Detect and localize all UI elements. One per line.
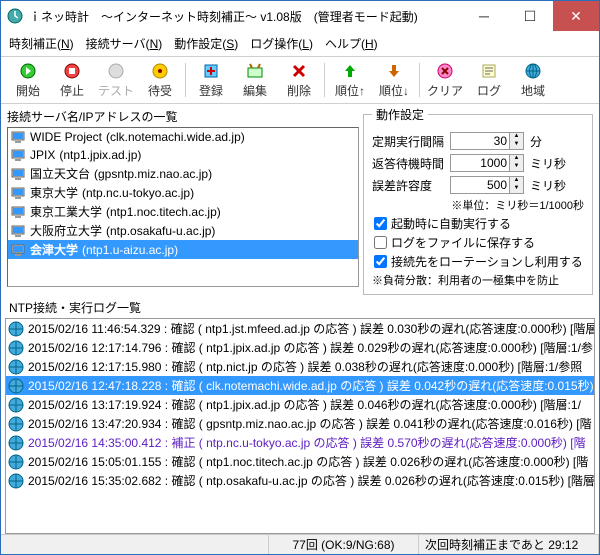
close-button[interactable]: ✕ xyxy=(553,1,599,31)
status-next: 次回時刻補正まであと 29:12 xyxy=(419,535,599,554)
app-window: ｉネッ時計 ～インターネット時刻補正～ v1.08版 (管理者モード起動) ─ … xyxy=(0,0,600,555)
server-list-label: 接続サーバ名/IPアドレスの一覧 xyxy=(7,106,359,127)
status-left xyxy=(1,535,269,554)
tb-delete[interactable]: 削除 xyxy=(278,61,320,99)
log-list-label: NTP接続・実行ログ一覧 xyxy=(1,297,599,318)
chk-rotation[interactable]: 接続先をローテーションし利用する xyxy=(374,253,584,270)
tb-region[interactable]: 地域 xyxy=(512,61,554,99)
menu-settings[interactable]: 動作設定(S) xyxy=(174,35,238,52)
options-panel: 動作設定 定期実行間隔▲▼分 返答待機時間▲▼ミリ秒 誤差許容度▲▼ミリ秒 ※単… xyxy=(363,106,593,295)
server-list[interactable]: WIDE Project (clk.notemachi.wide.ad.jp)J… xyxy=(7,127,359,287)
menu-time-correct[interactable]: 時刻補正(N) xyxy=(9,35,74,52)
spinner[interactable]: ▲▼ xyxy=(510,132,524,150)
server-row[interactable]: 東京工業大学 (ntp1.noc.titech.ac.jp) xyxy=(8,202,358,221)
spinner[interactable]: ▲▼ xyxy=(510,154,524,172)
tb-listen[interactable]: 待受 xyxy=(139,61,181,99)
options-legend: 動作設定 xyxy=(372,106,428,123)
tb-up[interactable]: 順位↑ xyxy=(329,61,371,99)
tb-test[interactable]: テスト xyxy=(95,61,137,99)
server-row[interactable]: 東京大学 (ntp.nc.u-tokyo.ac.jp) xyxy=(8,183,358,202)
server-row[interactable]: 会津大学 (ntp1.u-aizu.ac.jp) xyxy=(8,240,358,259)
log-row[interactable]: 2015/02/16 14:35:00.412 : 補正 ( ntp.nc.u-… xyxy=(6,433,594,452)
tb-clear[interactable]: クリア xyxy=(424,61,466,99)
log-row[interactable]: 2015/02/16 13:47:20.934 : 確認 ( gpsntp.mi… xyxy=(6,414,594,433)
server-row[interactable]: WIDE Project (clk.notemachi.wide.ad.jp) xyxy=(8,128,358,146)
statusbar: 77回 (OK:9/NG:68) 次回時刻補正まであと 29:12 xyxy=(1,534,599,554)
server-panel: 接続サーバ名/IPアドレスの一覧 WIDE Project (clk.notem… xyxy=(7,106,359,295)
log-row[interactable]: 2015/02/16 12:47:18.228 : 確認 ( clk.notem… xyxy=(6,376,594,395)
tb-start[interactable]: 開始 xyxy=(7,61,49,99)
log-row[interactable]: 2015/02/16 11:46:54.329 : 確認 ( ntp1.jst.… xyxy=(6,319,594,338)
window-title: ｉネッ時計 ～インターネット時刻補正～ v1.08版 (管理者モード起動) xyxy=(29,8,461,25)
toolbar: 開始 停止 テスト 待受 登録 編集 削除 順位↑ 順位↓ クリア ログ 地域 xyxy=(1,57,599,104)
log-row[interactable]: 2015/02/16 12:17:14.796 : 確認 ( ntp1.jpix… xyxy=(6,338,594,357)
spinner[interactable]: ▲▼ xyxy=(510,176,524,194)
status-counts: 77回 (OK:9/NG:68) xyxy=(269,535,419,554)
tb-log[interactable]: ログ xyxy=(468,61,510,99)
log-row[interactable]: 2015/02/16 13:17:19.924 : 確認 ( ntp1.jpix… xyxy=(6,395,594,414)
tb-stop[interactable]: 停止 xyxy=(51,61,93,99)
mid-row: 接続サーバ名/IPアドレスの一覧 WIDE Project (clk.notem… xyxy=(1,104,599,297)
menu-log[interactable]: ログ操作(L) xyxy=(250,35,313,52)
menubar: 時刻補正(N) 接続サーバ(N) 動作設定(S) ログ操作(L) ヘルプ(H) xyxy=(1,31,599,57)
tolerance-input[interactable] xyxy=(450,176,510,194)
window-buttons: ─ ☐ ✕ xyxy=(461,1,599,31)
app-icon xyxy=(7,8,23,24)
server-row[interactable]: JPIX (ntp1.jpix.ad.jp) xyxy=(8,146,358,164)
maximize-button[interactable]: ☐ xyxy=(507,1,553,31)
chk-autostart[interactable]: 起動時に自動実行する xyxy=(374,215,584,232)
log-row[interactable]: 2015/02/16 15:05:01.155 : 確認 ( ntp1.noc.… xyxy=(6,452,594,471)
timeout-input[interactable] xyxy=(450,154,510,172)
minimize-button[interactable]: ─ xyxy=(461,1,507,31)
titlebar: ｉネッ時計 ～インターネット時刻補正～ v1.08版 (管理者モード起動) ─ … xyxy=(1,1,599,31)
interval-input[interactable] xyxy=(450,132,510,150)
menu-server[interactable]: 接続サーバ(N) xyxy=(86,35,163,52)
chk-savelog[interactable]: ログをファイルに保存する xyxy=(374,234,584,251)
tb-edit[interactable]: 編集 xyxy=(234,61,276,99)
log-row[interactable]: 2015/02/16 12:17:15.980 : 確認 ( ntp.nict.… xyxy=(6,357,594,376)
tb-down[interactable]: 順位↓ xyxy=(373,61,415,99)
tb-register[interactable]: 登録 xyxy=(190,61,232,99)
log-row[interactable]: 2015/02/16 15:35:02.682 : 確認 ( ntp.osaka… xyxy=(6,471,594,490)
log-list[interactable]: 2015/02/16 11:46:54.329 : 確認 ( ntp1.jst.… xyxy=(5,318,595,534)
server-row[interactable]: 大阪府立大学 (ntp.osakafu-u.ac.jp) xyxy=(8,221,358,240)
server-row[interactable]: 国立天文台 (gpsntp.miz.nao.ac.jp) xyxy=(8,164,358,183)
menu-help[interactable]: ヘルプ(H) xyxy=(325,35,378,52)
